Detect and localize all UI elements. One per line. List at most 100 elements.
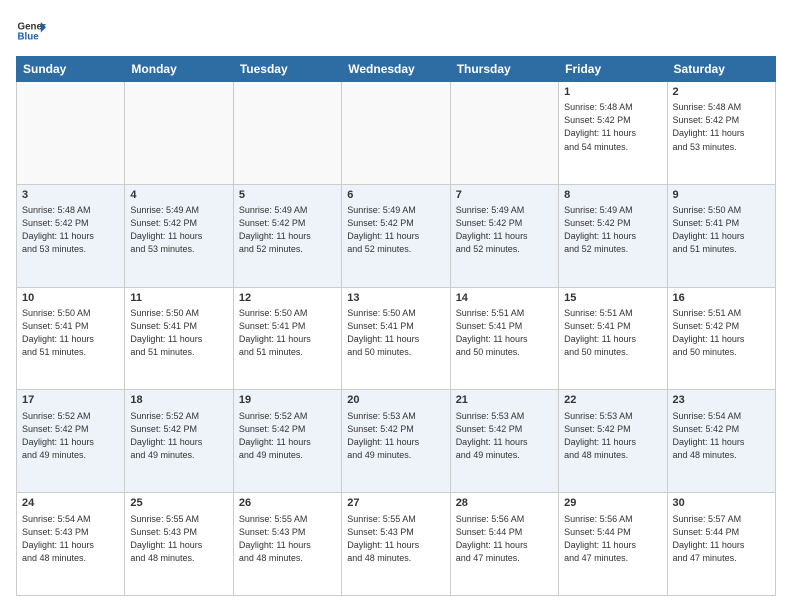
weekday-header-tuesday: Tuesday	[233, 57, 341, 82]
calendar-cell: 6Sunrise: 5:49 AM Sunset: 5:42 PM Daylig…	[342, 184, 450, 287]
day-info: Sunrise: 5:56 AM Sunset: 5:44 PM Dayligh…	[456, 513, 553, 565]
page-header: General Blue	[16, 16, 776, 46]
logo-icon: General Blue	[16, 16, 46, 46]
calendar-cell: 14Sunrise: 5:51 AM Sunset: 5:41 PM Dayli…	[450, 287, 558, 390]
day-info: Sunrise: 5:53 AM Sunset: 5:42 PM Dayligh…	[456, 410, 553, 462]
day-info: Sunrise: 5:49 AM Sunset: 5:42 PM Dayligh…	[564, 204, 661, 256]
calendar-week-row: 24 Sunrise: 5:54 AM Sunset: 5:43 PM Dayli…	[17, 493, 776, 596]
calendar-cell: 12Sunrise: 5:50 AM Sunset: 5:41 PM Dayli…	[233, 287, 341, 390]
day-info: Sunrise: 5:50 AM Sunset: 5:41 PM Dayligh…	[347, 307, 444, 359]
calendar-cell: 13Sunrise: 5:50 AM Sunset: 5:41 PM Dayli…	[342, 287, 450, 390]
weekday-header-saturday: Saturday	[667, 57, 775, 82]
day-info: Sunrise: 5:54 AM Sunset: 5:43 PM Dayligh…	[22, 513, 119, 565]
calendar-cell: 17Sunrise: 5:52 AM Sunset: 5:42 PM Dayli…	[17, 390, 125, 493]
day-number: 9	[673, 188, 770, 203]
day-info: Sunrise: 5:49 AM Sunset: 5:42 PM Dayligh…	[239, 204, 336, 256]
day-number: 13	[347, 291, 444, 306]
day-number: 24	[22, 496, 119, 511]
day-info: Sunrise: 5:50 AM Sunset: 5:41 PM Dayligh…	[239, 307, 336, 359]
day-info: Sunrise: 5:51 AM Sunset: 5:42 PM Dayligh…	[673, 307, 770, 359]
calendar-cell: 7Sunrise: 5:49 AM Sunset: 5:42 PM Daylig…	[450, 184, 558, 287]
day-number: 18	[130, 393, 227, 408]
day-info: Sunrise: 5:48 AM Sunset: 5:42 PM Dayligh…	[22, 204, 119, 256]
day-info: Sunrise: 5:53 AM Sunset: 5:42 PM Dayligh…	[347, 410, 444, 462]
calendar-cell: 23Sunrise: 5:54 AM Sunset: 5:42 PM Dayli…	[667, 390, 775, 493]
weekday-header-wednesday: Wednesday	[342, 57, 450, 82]
calendar-table: SundayMondayTuesdayWednesdayThursdayFrid…	[16, 56, 776, 596]
day-info: Sunrise: 5:50 AM Sunset: 5:41 PM Dayligh…	[22, 307, 119, 359]
day-info: Sunrise: 5:50 AM Sunset: 5:41 PM Dayligh…	[673, 204, 770, 256]
day-number: 6	[347, 188, 444, 203]
calendar-cell: 16Sunrise: 5:51 AM Sunset: 5:42 PM Dayli…	[667, 287, 775, 390]
calendar-cell: 8Sunrise: 5:49 AM Sunset: 5:42 PM Daylig…	[559, 184, 667, 287]
calendar-week-row: 17 Sunrise: 5:52 AM Sunset: 5:42 PM Dayli…	[17, 390, 776, 493]
day-number: 16	[673, 291, 770, 306]
weekday-header-sunday: Sunday	[17, 57, 125, 82]
day-number: 28	[456, 496, 553, 511]
weekday-header-thursday: Thursday	[450, 57, 558, 82]
day-info: Sunrise: 5:55 AM Sunset: 5:43 PM Dayligh…	[347, 513, 444, 565]
calendar-cell: 18 Sunrise: 5:52 AM Sunset: 5:42 PM Dayli…	[125, 390, 233, 493]
day-number: 14	[456, 291, 553, 306]
day-info: Sunrise: 5:48 AM Sunset: 5:42 PM Dayligh…	[564, 101, 661, 153]
day-number: 17	[22, 393, 119, 408]
day-info: Sunrise: 5:51 AM Sunset: 5:41 PM Dayligh…	[564, 307, 661, 359]
calendar-cell: 29 Sunrise: 5:56 AM Sunset: 5:44 PM Dayli…	[559, 493, 667, 596]
calendar-cell: 11Sunrise: 5:50 AM Sunset: 5:41 PM Dayli…	[125, 287, 233, 390]
day-info: Sunrise: 5:49 AM Sunset: 5:42 PM Dayligh…	[456, 204, 553, 256]
day-info: Sunrise: 5:53 AM Sunset: 5:42 PM Dayligh…	[564, 410, 661, 462]
calendar-cell: 27Sunrise: 5:55 AM Sunset: 5:43 PM Dayli…	[342, 493, 450, 596]
calendar-cell: 19 Sunrise: 5:52 AM Sunset: 5:42 PM Dayli…	[233, 390, 341, 493]
calendar-cell: 26 Sunrise: 5:55 AM Sunset: 5:43 PM Dayli…	[233, 493, 341, 596]
day-number: 29	[564, 496, 661, 511]
day-info: Sunrise: 5:49 AM Sunset: 5:42 PM Dayligh…	[130, 204, 227, 256]
calendar-header-row: SundayMondayTuesdayWednesdayThursdayFrid…	[17, 57, 776, 82]
day-number: 22	[564, 393, 661, 408]
day-number: 11	[130, 291, 227, 306]
calendar-cell: 15Sunrise: 5:51 AM Sunset: 5:41 PM Dayli…	[559, 287, 667, 390]
day-number: 26	[239, 496, 336, 511]
calendar-cell	[233, 82, 341, 185]
day-number: 19	[239, 393, 336, 408]
weekday-header-friday: Friday	[559, 57, 667, 82]
day-info: Sunrise: 5:48 AM Sunset: 5:42 PM Dayligh…	[673, 101, 770, 153]
calendar-cell: 1Sunrise: 5:48 AM Sunset: 5:42 PM Daylig…	[559, 82, 667, 185]
day-number: 21	[456, 393, 553, 408]
calendar-cell	[450, 82, 558, 185]
calendar-cell: 25 Sunrise: 5:55 AM Sunset: 5:43 PM Dayli…	[125, 493, 233, 596]
calendar-week-row: 10Sunrise: 5:50 AM Sunset: 5:41 PM Dayli…	[17, 287, 776, 390]
calendar-week-row: 3Sunrise: 5:48 AM Sunset: 5:42 PM Daylig…	[17, 184, 776, 287]
day-number: 1	[564, 85, 661, 100]
calendar-cell: 28 Sunrise: 5:56 AM Sunset: 5:44 PM Dayli…	[450, 493, 558, 596]
calendar-cell: 30 Sunrise: 5:57 AM Sunset: 5:44 PM Dayli…	[667, 493, 775, 596]
day-number: 2	[673, 85, 770, 100]
day-info: Sunrise: 5:52 AM Sunset: 5:42 PM Dayligh…	[130, 410, 227, 462]
calendar-cell: 24 Sunrise: 5:54 AM Sunset: 5:43 PM Dayli…	[17, 493, 125, 596]
day-number: 7	[456, 188, 553, 203]
day-number: 15	[564, 291, 661, 306]
day-info: Sunrise: 5:55 AM Sunset: 5:43 PM Dayligh…	[239, 513, 336, 565]
day-info: Sunrise: 5:50 AM Sunset: 5:41 PM Dayligh…	[130, 307, 227, 359]
day-number: 20	[347, 393, 444, 408]
calendar-cell: 2Sunrise: 5:48 AM Sunset: 5:42 PM Daylig…	[667, 82, 775, 185]
day-number: 4	[130, 188, 227, 203]
calendar-cell	[342, 82, 450, 185]
day-number: 5	[239, 188, 336, 203]
calendar-cell: 20 Sunrise: 5:53 AM Sunset: 5:42 PM Dayli…	[342, 390, 450, 493]
day-info: Sunrise: 5:51 AM Sunset: 5:41 PM Dayligh…	[456, 307, 553, 359]
day-info: Sunrise: 5:55 AM Sunset: 5:43 PM Dayligh…	[130, 513, 227, 565]
day-info: Sunrise: 5:52 AM Sunset: 5:42 PM Dayligh…	[239, 410, 336, 462]
calendar-cell: 22 Sunrise: 5:53 AM Sunset: 5:42 PM Dayli…	[559, 390, 667, 493]
calendar-cell: 9Sunrise: 5:50 AM Sunset: 5:41 PM Daylig…	[667, 184, 775, 287]
weekday-header-monday: Monday	[125, 57, 233, 82]
day-info: Sunrise: 5:57 AM Sunset: 5:44 PM Dayligh…	[673, 513, 770, 565]
calendar-cell	[125, 82, 233, 185]
calendar-week-row: 1Sunrise: 5:48 AM Sunset: 5:42 PM Daylig…	[17, 82, 776, 185]
day-number: 10	[22, 291, 119, 306]
day-number: 30	[673, 496, 770, 511]
logo: General Blue	[16, 16, 46, 46]
calendar-cell: 4Sunrise: 5:49 AM Sunset: 5:42 PM Daylig…	[125, 184, 233, 287]
day-number: 25	[130, 496, 227, 511]
day-info: Sunrise: 5:56 AM Sunset: 5:44 PM Dayligh…	[564, 513, 661, 565]
calendar-cell: 21 Sunrise: 5:53 AM Sunset: 5:42 PM Dayli…	[450, 390, 558, 493]
